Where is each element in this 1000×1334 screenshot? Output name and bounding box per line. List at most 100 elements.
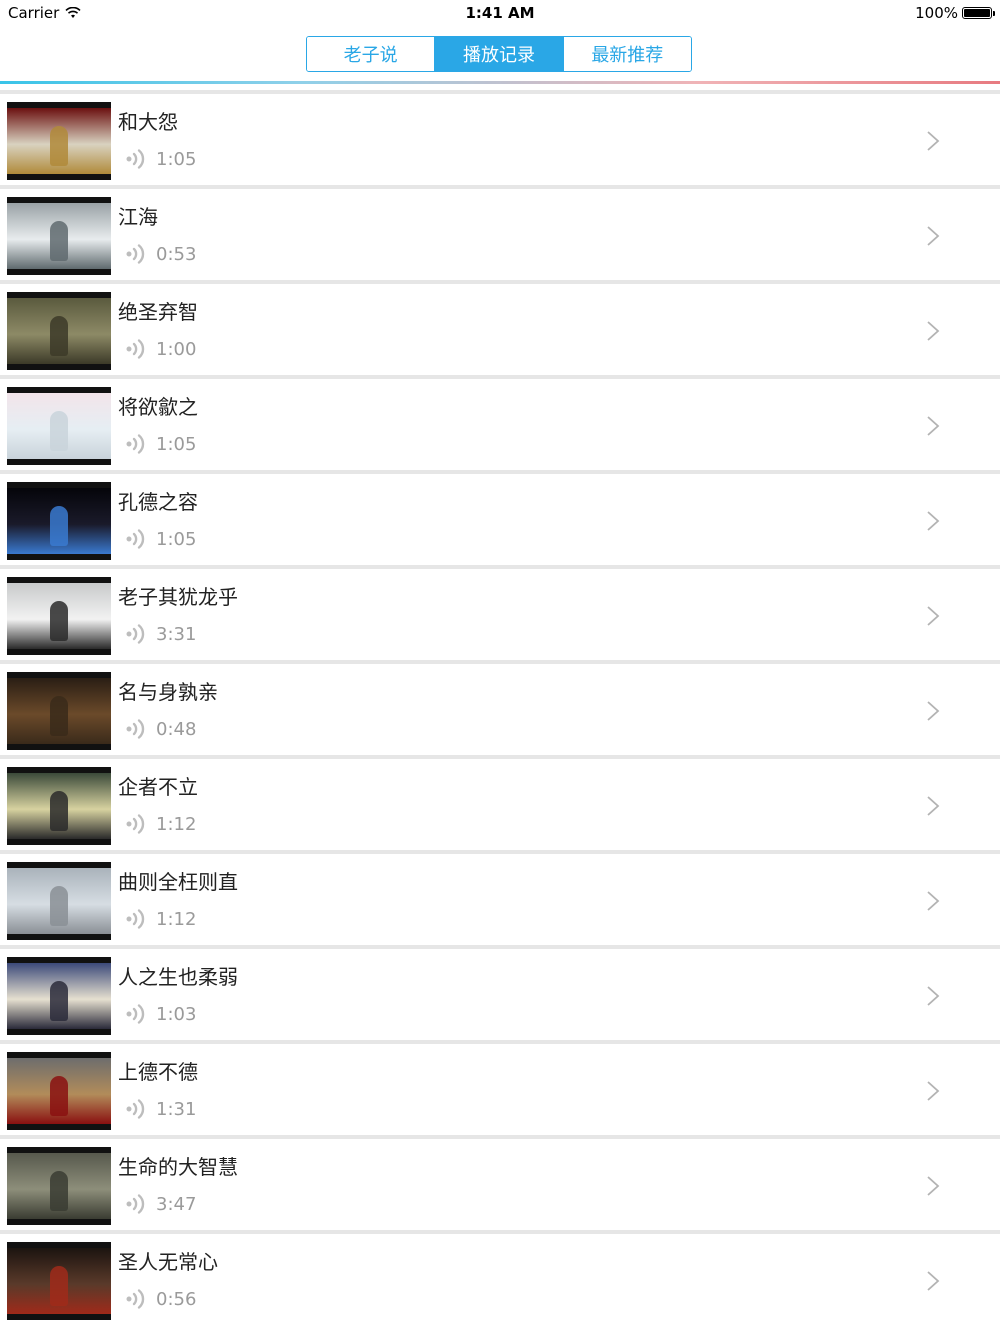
audio-icon [126, 1194, 145, 1214]
thumbnail-scene [7, 1058, 111, 1124]
list-item[interactable]: 企者不立 1:12 [0, 755, 1000, 850]
thumbnail-figure [50, 506, 68, 546]
battery-icon [962, 7, 995, 19]
list-item[interactable]: 圣人无常心 0:56 [0, 1230, 1000, 1325]
item-meta: 1:05 [124, 432, 196, 456]
chevron-right-icon [927, 606, 940, 626]
item-title: 上德不德 [118, 1060, 198, 1084]
audio-icon [126, 1099, 145, 1119]
tab-latest-recommend[interactable]: 最新推荐 [562, 37, 691, 71]
item-duration: 0:56 [156, 1288, 197, 1310]
thumbnail-image [7, 577, 111, 655]
audio-icon [126, 244, 145, 264]
thumbnail-figure [50, 696, 68, 736]
item-title: 绝圣弃智 [118, 300, 198, 324]
item-duration: 0:48 [156, 718, 197, 740]
battery-fill [964, 9, 990, 17]
thumbnail-image [7, 482, 111, 560]
item-title: 生命的大智慧 [118, 1155, 238, 1179]
chevron-right-icon [927, 131, 940, 151]
thumbnail-image [7, 387, 111, 465]
list-item[interactable]: 老子其犹龙乎 3:31 [0, 565, 1000, 660]
thumbnail-scene [7, 773, 111, 839]
audio-icon [126, 909, 145, 929]
audio-icon [126, 1004, 145, 1024]
item-duration: 1:12 [156, 908, 197, 930]
item-duration: 3:31 [156, 623, 197, 645]
thumbnail-figure [50, 791, 68, 831]
item-duration: 3:47 [156, 1193, 197, 1215]
thumbnail-image [7, 862, 111, 940]
list-item[interactable]: 孔德之容 1:05 [0, 470, 1000, 565]
chevron-right-icon [927, 1271, 940, 1291]
thumbnail-scene [7, 1153, 111, 1219]
thumbnail-image [7, 102, 111, 180]
item-meta: 0:56 [124, 1287, 196, 1311]
thumbnail-scene [7, 678, 111, 744]
thumbnail-scene [7, 868, 111, 934]
thumbnail-scene [7, 583, 111, 649]
item-meta: 1:03 [124, 1002, 196, 1026]
thumbnail-scene [7, 108, 111, 174]
list-item[interactable]: 曲则全枉则直 1:12 [0, 850, 1000, 945]
audio-icon [126, 339, 145, 359]
thumbnail-figure [50, 1076, 68, 1116]
audio-icon [126, 149, 145, 169]
chevron-right-icon [927, 416, 940, 436]
thumbnail-figure [50, 411, 68, 451]
item-title: 江海 [118, 205, 158, 229]
item-meta: 1:12 [124, 812, 196, 836]
thumbnail-scene [7, 393, 111, 459]
list-item[interactable]: 江海 0:53 [0, 185, 1000, 280]
item-title: 孔德之容 [118, 490, 198, 514]
item-title: 将欲歙之 [118, 395, 198, 419]
thumbnail-scene [7, 1248, 111, 1314]
item-meta: 0:48 [124, 717, 196, 741]
thumbnail-figure [50, 221, 68, 261]
thumbnail-scene [7, 963, 111, 1029]
list-item[interactable]: 绝圣弃智 1:00 [0, 280, 1000, 375]
chevron-right-icon [927, 511, 940, 531]
tab-laozi-says[interactable]: 老子说 [307, 37, 435, 71]
audio-icon [126, 624, 145, 644]
status-time: 1:41 AM [465, 4, 535, 22]
chevron-right-icon [927, 891, 940, 911]
list-item[interactable]: 将欲歙之 1:05 [0, 375, 1000, 470]
audio-icon [126, 719, 145, 739]
status-right: 100% [915, 4, 995, 22]
item-title: 人之生也柔弱 [118, 965, 238, 989]
status-bar: Carrier 1:41 AM 100% [0, 0, 1000, 28]
chevron-right-icon [927, 701, 940, 721]
item-title: 老子其犹龙乎 [118, 585, 238, 609]
audio-icon [126, 434, 145, 454]
item-duration: 1:05 [156, 148, 197, 170]
list-item[interactable]: 和大怨 1:05 [0, 90, 1000, 185]
item-meta: 0:53 [124, 242, 196, 266]
chevron-right-icon [927, 1081, 940, 1101]
item-title: 名与身孰亲 [118, 680, 218, 704]
thumbnail-image [7, 957, 111, 1035]
thumbnail-scene [7, 298, 111, 364]
list-item[interactable]: 生命的大智慧 3:47 [0, 1135, 1000, 1230]
thumbnail-figure [50, 316, 68, 356]
chevron-right-icon [927, 1176, 940, 1196]
list-item[interactable]: 名与身孰亲 0:48 [0, 660, 1000, 755]
item-title: 企者不立 [118, 775, 198, 799]
thumbnail-scene [7, 488, 111, 554]
thumbnail-figure [50, 981, 68, 1021]
thumbnail-image [7, 1242, 111, 1320]
item-duration: 1:12 [156, 813, 197, 835]
audio-icon [126, 814, 145, 834]
thumbnail-image [7, 197, 111, 275]
list-item[interactable]: 人之生也柔弱 1:03 [0, 945, 1000, 1040]
audio-icon [126, 529, 145, 549]
thumbnail-image [7, 672, 111, 750]
list-item[interactable]: 上德不德 1:31 [0, 1040, 1000, 1135]
item-meta: 1:00 [124, 337, 196, 361]
item-duration: 1:00 [156, 338, 197, 360]
item-meta: 1:31 [124, 1097, 196, 1121]
item-title: 和大怨 [118, 110, 178, 134]
thumbnail-figure [50, 886, 68, 926]
tab-play-history[interactable]: 播放记录 [434, 37, 563, 71]
chevron-right-icon [927, 986, 940, 1006]
